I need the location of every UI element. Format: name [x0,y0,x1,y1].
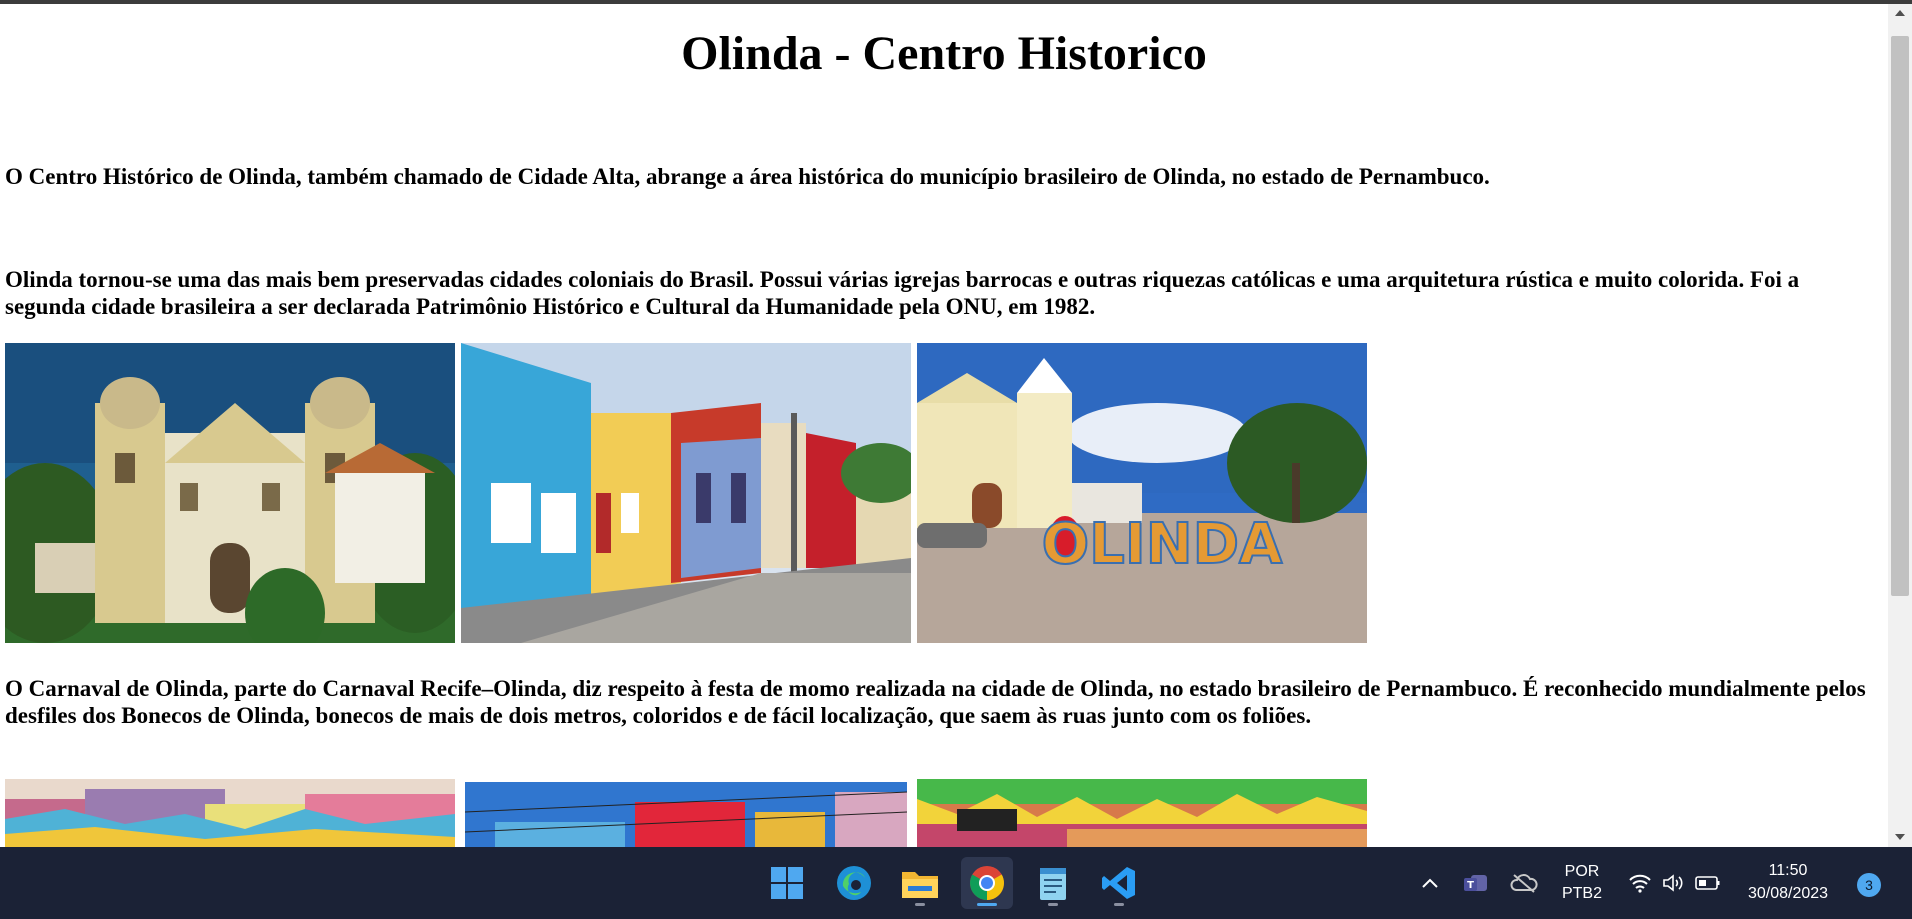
chrome-active-indicator [977,903,997,906]
volume-icon[interactable] [1660,869,1688,897]
folder-icon [902,872,938,898]
keyboard-layout-code: PTB2 [1561,885,1602,902]
taskbar-file-explorer-button[interactable] [894,857,946,909]
windows-logo-icon [771,867,803,899]
web-page: Olinda - Centro Historico O Centro Histó… [0,4,1888,847]
olinda-sign-photo: OLINDA [917,343,1367,643]
scroll-down-arrow-icon[interactable] [1895,834,1905,840]
svg-text:T: T [1467,880,1474,891]
clock-time: 11:50 [1768,862,1808,879]
battery-icon[interactable] [1694,869,1722,897]
notification-count-badge[interactable]: 3 [1857,873,1881,897]
vertical-scrollbar[interactable] [1888,4,1912,847]
intro-paragraph: O Centro Histórico de Olinda, também cha… [5,164,1490,189]
vscode-running-indicator [1114,903,1124,906]
carnival-paragraph: O Carnaval de Olinda, parte do Carnaval … [5,676,1866,728]
carnival-crowd-photo [917,779,1367,847]
language-code: POR [1564,863,1600,880]
notepad-icon [1040,868,1066,900]
taskbar-notepad-button[interactable] [1027,857,1079,909]
taskbar: T POR PTB2 11:50 30/08/2023 3 [0,847,1912,919]
wifi-icon[interactable] [1626,869,1654,897]
chrome-icon [970,866,1004,900]
history-paragraph: Olinda tornou-se uma das mais bem preser… [5,267,1800,319]
show-hidden-icons-chevron-up-icon[interactable] [1416,869,1444,897]
taskbar-vscode-button[interactable] [1093,857,1145,909]
start-button[interactable] [761,857,813,909]
street-houses-photo [465,782,907,847]
olinda-sign-text: OLINDA [1042,512,1283,577]
keyboard-language-indicator[interactable]: POR PTB2 [1550,861,1614,905]
taskbar-edge-button[interactable] [828,857,880,909]
notepad-running-indicator [1048,903,1058,906]
church-photo [5,343,455,643]
vscode-icon [1102,867,1135,899]
colorful-street-photo [461,343,911,643]
clock[interactable]: 11:50 30/08/2023 [1740,859,1836,905]
explorer-running-indicator [915,903,925,906]
clock-date: 30/08/2023 [1747,885,1829,902]
scroll-up-arrow-icon[interactable] [1895,10,1905,16]
teams-icon[interactable]: T [1462,869,1490,897]
taskbar-chrome-button[interactable] [961,857,1013,909]
scrollbar-thumb[interactable] [1891,36,1909,596]
onedrive-offline-cloud-icon[interactable] [1510,869,1538,897]
carnival-decorations-photo [5,779,455,847]
edge-icon [837,866,871,900]
page-title: Olinda - Centro Historico [681,27,1207,80]
